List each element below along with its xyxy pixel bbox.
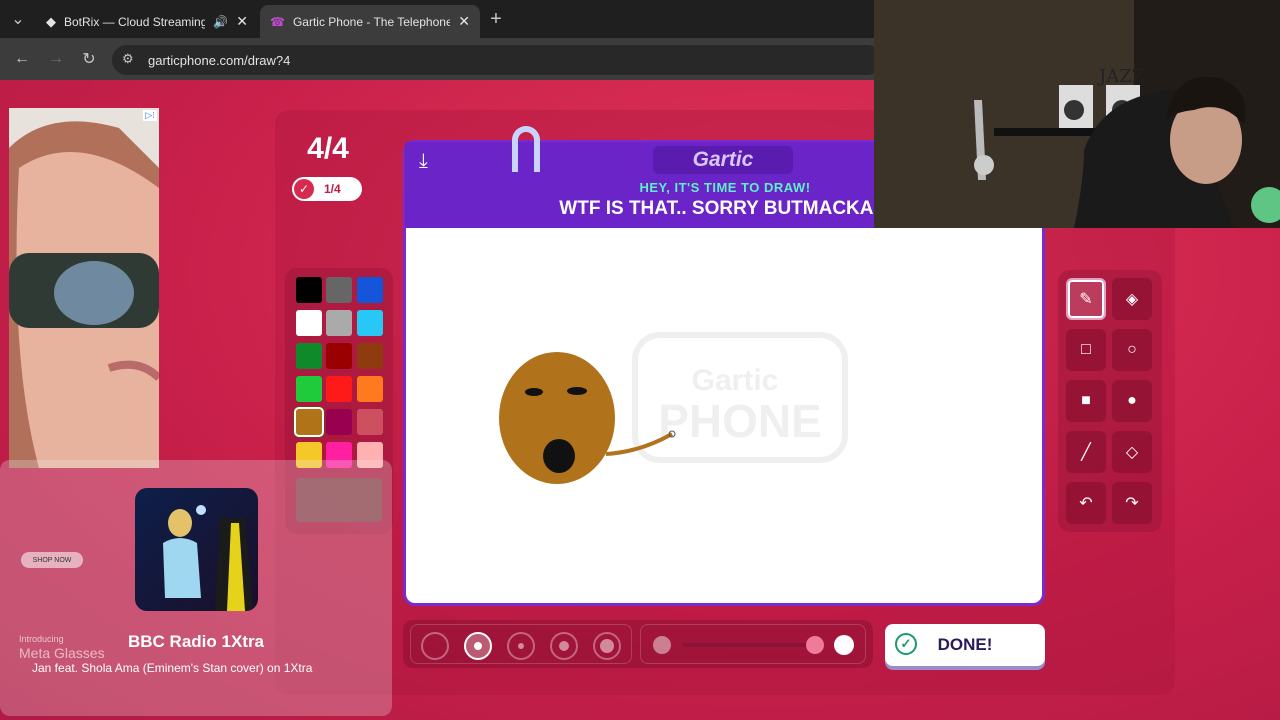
hanger-icon [512,126,540,172]
color-swatch[interactable] [326,343,352,369]
drawing: Gartic PHONE [499,332,848,484]
color-swatch[interactable] [326,376,352,402]
eraser-tool-icon[interactable]: ◈ [1112,278,1152,320]
site-info-icon[interactable]: ⚙ [122,51,134,67]
done-button[interactable]: ✓ DONE! [885,624,1045,666]
fill-bucket-tool-icon[interactable]: ◇ [1112,431,1152,473]
color-swatch[interactable] [357,343,383,369]
color-swatch[interactable] [296,376,322,402]
botrix-icon: ◆ [46,13,56,29]
ad-brand: Meta Glasses [19,645,105,661]
gartic-logo: Gartic [653,146,793,174]
speaker-icon[interactable]: 🔊 [213,15,228,29]
ad-image [9,108,159,468]
line-tool-icon[interactable]: ╱ [1066,431,1106,473]
color-swatch[interactable] [294,407,324,437]
album-art [135,488,258,611]
circle-fill-tool-icon[interactable]: ● [1112,380,1152,422]
shop-now-button[interactable]: SHOP NOW [21,552,83,568]
ad-choices-icon[interactable]: ▷⁝ [143,110,157,121]
round-sub: 1/4 [324,182,341,196]
color-swatch[interactable] [357,277,383,303]
url-bar[interactable]: ⚙ garticphone.com/draw?4 [112,45,882,75]
url-text: garticphone.com/draw?4 [148,52,291,68]
tab-title: BotRix — Cloud Streaming [64,14,206,29]
pencil-tool-icon[interactable]: ✎ [1066,278,1106,320]
undo-icon[interactable]: ↶ [1066,482,1106,524]
ad-intro: Introducing [19,634,64,644]
close-icon[interactable]: ✕ [236,13,248,30]
drawn-mouth [543,439,575,473]
round-counter: 4/4 [307,132,349,165]
color-swatch[interactable] [326,409,352,435]
color-swatch[interactable] [357,409,383,435]
color-swatch[interactable] [326,310,352,336]
webcam-feed: JAZZ [874,0,1280,228]
opacity-max-icon [834,635,854,655]
forward-icon[interactable]: → [44,47,68,71]
drawing-canvas[interactable]: Gartic PHONE [410,230,1038,590]
drawn-eye-right [567,387,587,395]
opacity-slider-handle[interactable] [806,636,824,654]
brush-size-1[interactable] [421,632,449,660]
download-icon[interactable]: ⤓ [419,150,428,173]
rectangle-fill-tool-icon[interactable]: ■ [1066,380,1106,422]
webcam-image: JAZZ [874,0,1280,228]
new-tab-icon[interactable]: + [484,7,508,31]
brush-size-3[interactable] [507,632,535,660]
color-swatch[interactable] [357,376,383,402]
close-icon[interactable]: ✕ [458,13,470,30]
rectangle-outline-tool-icon[interactable]: □ [1066,329,1106,371]
done-label: DONE! [937,635,993,654]
circle-outline-tool-icon[interactable]: ○ [1112,329,1152,371]
brush-size-4[interactable] [550,632,578,660]
media-track: Jan feat. Shola Ama (Eminem's Stan cover… [32,661,313,675]
svg-text:PHONE: PHONE [658,395,822,447]
color-swatch[interactable] [296,310,322,336]
tab-botrix[interactable]: ◆ BotRix — Cloud Streaming 🔊 ✕ [36,5,258,38]
color-swatch[interactable] [326,277,352,303]
tab-search-chevron-icon[interactable]: ⌄ [6,7,30,31]
watermark: Gartic PHONE [632,332,848,463]
svg-text:Gartic: Gartic [692,364,779,397]
back-icon[interactable]: ← [10,47,34,71]
round-badge: ✓ 1/4 [292,177,362,201]
color-swatch[interactable] [296,343,322,369]
opacity-slider[interactable] [682,643,822,647]
reload-icon[interactable]: ↻ [77,47,101,71]
gartic-icon: ☎ [270,14,285,29]
opacity-min-icon [653,636,671,654]
tab-title: Gartic Phone - The Telephone G [292,14,451,29]
redo-icon[interactable]: ↷ [1112,482,1152,524]
drawn-eye-left [525,388,543,396]
color-swatch[interactable] [357,310,383,336]
check-circle-icon: ✓ [895,633,917,655]
ad-banner[interactable]: ▷⁝ [9,108,159,468]
wall-sign: JAZZ [1097,66,1144,87]
tab-gartic[interactable]: ☎ Gartic Phone - The Telephone G ✕ [260,5,480,38]
brush-size-5[interactable] [593,632,621,660]
brush-size-2[interactable] [464,632,492,660]
color-swatch[interactable] [296,277,322,303]
check-icon: ✓ [294,179,314,199]
